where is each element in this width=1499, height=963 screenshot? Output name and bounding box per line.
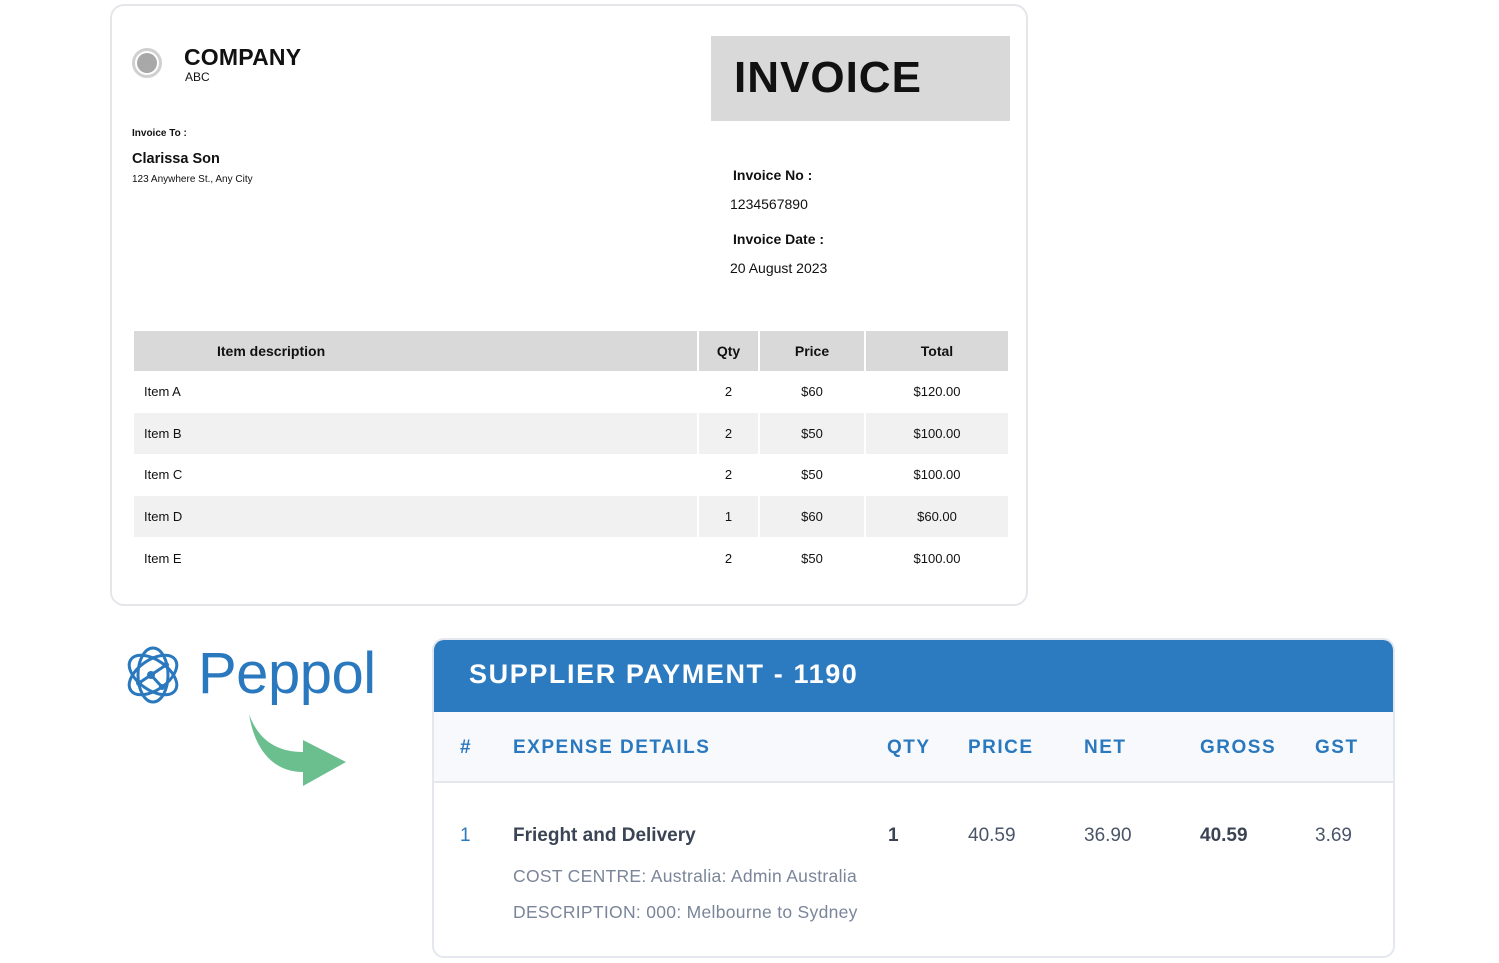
col-gst: GST xyxy=(1315,737,1359,758)
item-qty: 1 xyxy=(698,495,760,538)
item-qty: 2 xyxy=(698,454,760,496)
col-total: Total xyxy=(865,331,1008,371)
curved-arrow-right-icon xyxy=(249,714,346,786)
company-name: COMPANY xyxy=(184,44,302,70)
table-header-row: Item description Qty Price Total xyxy=(134,331,1008,371)
col-item-description: Item description xyxy=(134,331,699,371)
cost-centre: COST CENTRE: Australia: Admin Australia xyxy=(513,866,857,886)
invoice-number-label: Invoice No : xyxy=(733,167,813,183)
item-description: Item D xyxy=(134,495,699,538)
item-total: $100.00 xyxy=(913,467,961,483)
company-subtitle: ABC xyxy=(185,70,210,84)
table-row: Item A 2 $60 $120.00 xyxy=(134,371,1008,413)
item-total: $120.00 xyxy=(913,384,961,400)
table-row: Item C 2 $50 $100.00 xyxy=(134,454,1008,496)
item-total: $60.00 xyxy=(865,495,1008,538)
peppol-network-globe-icon xyxy=(127,646,179,704)
table-row: Item B 2 $50 $100.00 xyxy=(134,412,1008,455)
item-description: Item C xyxy=(134,454,699,496)
invoice-title: INVOICE xyxy=(734,53,922,102)
col-price: PRICE xyxy=(968,737,1034,758)
payment-column-headers: # EXPENSE DETAILS QTY PRICE NET GROSS GS… xyxy=(434,712,1393,783)
expense-description: DESCRIPTION: 000: Melbourne to Sydney xyxy=(513,902,858,922)
col-number: # xyxy=(460,737,473,758)
row-number: 1 xyxy=(460,825,471,846)
col-net: NET xyxy=(1084,737,1127,758)
item-price: $60 xyxy=(759,371,866,413)
client-name: Clarissa Son xyxy=(132,151,220,167)
col-expense-details: EXPENSE DETAILS xyxy=(513,737,711,758)
item-total: $100.00 xyxy=(913,550,961,566)
table-row: Item D 1 $60 $60.00 xyxy=(134,495,1008,538)
expense-price: 40.59 xyxy=(968,825,1016,846)
item-description: Item E xyxy=(134,537,699,579)
payment-header: SUPPLIER PAYMENT - 1190 xyxy=(434,640,1393,712)
col-qty: Qty xyxy=(698,331,760,371)
invoice-card: COMPANY ABC Invoice To : Clarissa Son 12… xyxy=(110,4,1028,606)
client-address: 123 Anywhere St., Any City xyxy=(132,174,253,185)
expense-name: Frieght and Delivery xyxy=(513,825,696,846)
item-price: $50 xyxy=(759,537,866,579)
payment-title: SUPPLIER PAYMENT - 1190 xyxy=(469,659,859,689)
company-logo-icon xyxy=(132,48,162,78)
item-price: $60 xyxy=(759,495,866,538)
expense-gst: 3.69 xyxy=(1315,825,1352,846)
table-row: Item E 2 $50 $100.00 xyxy=(134,537,1008,579)
expense-gross: 40.59 xyxy=(1200,825,1248,846)
invoice-title-banner: INVOICE xyxy=(711,36,1010,121)
invoice-date-label: Invoice Date : xyxy=(733,231,825,247)
expense-qty: 1 xyxy=(888,825,899,846)
invoice-items-table: Item description Qty Price Total Item A … xyxy=(134,331,1008,579)
item-total: $100.00 xyxy=(865,412,1008,455)
item-qty: 2 xyxy=(698,371,760,413)
col-qty: QTY xyxy=(887,737,931,758)
item-price: $50 xyxy=(759,412,866,455)
item-description: Item A xyxy=(134,371,699,413)
peppol-brand: Peppol xyxy=(198,641,376,706)
supplier-payment-card: SUPPLIER PAYMENT - 1190 # EXPENSE DETAIL… xyxy=(432,638,1395,958)
invoice-number: 1234567890 xyxy=(730,196,808,212)
item-description: Item B xyxy=(134,412,699,455)
expense-net: 36.90 xyxy=(1084,825,1132,846)
col-gross: GROSS xyxy=(1200,737,1277,758)
item-price: $50 xyxy=(759,454,866,496)
item-qty: 2 xyxy=(698,412,760,455)
col-price: Price xyxy=(759,331,866,371)
invoice-to-label: Invoice To : xyxy=(132,128,187,139)
invoice-date: 20 August 2023 xyxy=(730,260,828,276)
item-qty: 2 xyxy=(698,537,760,579)
